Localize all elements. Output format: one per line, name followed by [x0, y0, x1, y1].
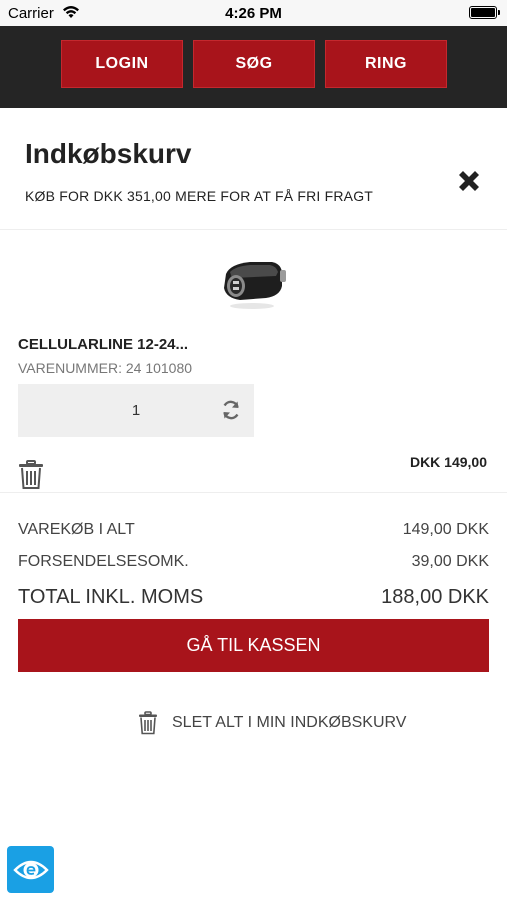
- quantity-field[interactable]: 1: [18, 384, 254, 437]
- product-sku: VARENUMMER: 24 101080: [18, 360, 193, 376]
- product-name[interactable]: CELLULARLINE 12-24...: [18, 336, 188, 353]
- accessibility-button[interactable]: [7, 846, 54, 893]
- delete-all-label: SLET ALT I MIN INDKØBSKURV: [172, 714, 407, 731]
- total-value: 188,00 DKK: [381, 586, 489, 608]
- trash-icon[interactable]: [18, 460, 44, 490]
- subtotal-row: VAREKØB I ALT 149,00 DKK: [18, 521, 489, 539]
- status-bar: Carrier 4:26 PM: [0, 0, 507, 26]
- free-shipping-notice: KØB FOR DKK 351,00 MERE FOR AT FÅ FRI FR…: [25, 188, 374, 204]
- item-price: DKK 149,00: [409, 454, 487, 470]
- call-button[interactable]: RING: [325, 40, 447, 88]
- total-label: TOTAL INKL. MOMS: [18, 586, 204, 608]
- trash-icon: [139, 711, 157, 735]
- login-button[interactable]: LOGIN: [61, 40, 183, 88]
- clock: 4:26 PM: [225, 5, 282, 22]
- subtotal-label: VAREKØB I ALT: [18, 521, 135, 538]
- search-button[interactable]: SØG: [193, 40, 315, 88]
- product-image: [224, 262, 286, 309]
- battery-icon: [469, 6, 500, 19]
- accessibility-icon: [12, 860, 49, 879]
- shipping-label: FORSENDELSESOMK.: [18, 553, 189, 570]
- subtotal-value: 149,00 DKK: [402, 521, 489, 538]
- close-icon[interactable]: [454, 166, 484, 196]
- refresh-icon[interactable]: [220, 399, 242, 421]
- shipping-row: FORSENDELSESOMK. 39,00 DKK: [18, 553, 489, 571]
- quantity-value[interactable]: 1: [18, 402, 254, 419]
- checkout-button[interactable]: GÅ TIL KASSEN: [18, 619, 489, 672]
- page-title: Indkøbskurv: [25, 138, 192, 169]
- total-row: TOTAL INKL. MOMS 188,00 DKK: [18, 586, 489, 609]
- cart-header: Indkøbskurv KØB FOR DKK 351,00 MERE FOR …: [0, 108, 507, 230]
- delete-all-button[interactable]: SLET ALT I MIN INDKØBSKURV: [138, 710, 406, 736]
- divider: [0, 492, 507, 493]
- top-navigation: LOGIN SØG RING: [0, 26, 507, 108]
- shipping-value: 39,00 DKK: [411, 553, 489, 570]
